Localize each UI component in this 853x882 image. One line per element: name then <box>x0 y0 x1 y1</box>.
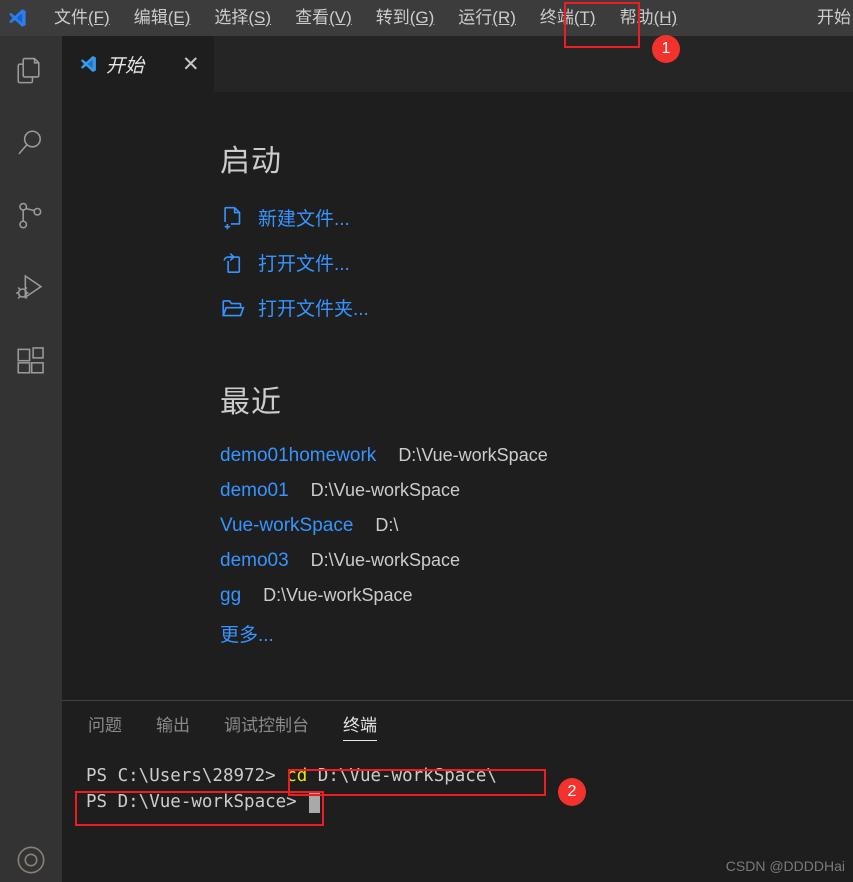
source-control-icon <box>14 199 48 233</box>
welcome-start-section: 启动 新建文件... 打开文件... 打开文件夹... <box>220 136 853 321</box>
recent-item[interactable]: Vue-workSpace D:\ <box>220 515 853 537</box>
annotation-badge-1: 1 <box>652 35 680 63</box>
terminal-line: PS D:\Vue-workSpace> <box>86 789 853 815</box>
menu-accel: (F) <box>88 8 110 27</box>
recent-item[interactable]: demo01homework D:\Vue-workSpace <box>220 445 853 467</box>
new-file-link[interactable]: 新建文件... <box>220 204 853 231</box>
menu-accel: (H) <box>653 8 678 27</box>
window-title: 开始 <box>817 8 851 27</box>
tab-welcome[interactable]: 开始 ✕ <box>62 36 214 92</box>
terminal-prompt: PS C:\Users\28972> <box>86 766 287 786</box>
start-section-title: 启动 <box>220 145 282 178</box>
terminal-output[interactable]: PS C:\Users\28972> cd D:\Vue-workSpace\ … <box>62 751 853 815</box>
watermark: CSDN @DDDDHai <box>725 858 845 874</box>
open-file-icon <box>220 250 250 276</box>
sidebar-item-search[interactable] <box>0 108 62 180</box>
annotation-badge-2: 2 <box>558 778 586 806</box>
recent-item-name[interactable]: Vue-workSpace <box>220 515 353 537</box>
menu-accel: (E) <box>167 8 191 27</box>
menu-accel: (S) <box>248 8 272 27</box>
search-icon <box>14 127 48 161</box>
activity-bar <box>0 36 62 882</box>
tab-terminal[interactable]: 终端 <box>343 711 377 741</box>
menu-label: 帮助 <box>619 8 654 27</box>
editor-tab-bar: 开始 ✕ <box>62 36 853 92</box>
vscode-window: 文件(F) 编辑(E) 选择(S) 查看(V) 转到(G) 运行(R) 终端(T… <box>0 0 853 882</box>
new-file-icon <box>220 205 250 231</box>
open-file-link[interactable]: 打开文件... <box>220 249 853 276</box>
terminal-command: cd <box>286 766 308 786</box>
recent-item-name[interactable]: demo01 <box>220 480 289 502</box>
menu-label: 终端 <box>539 8 574 27</box>
menu-bar[interactable]: 文件(F) 编辑(E) 选择(S) 查看(V) 转到(G) 运行(R) 终端(T… <box>42 0 689 36</box>
menu-accel: (G) <box>409 8 435 27</box>
terminal-line: PS C:\Users\28972> cd D:\Vue-workSpace\ <box>86 763 853 789</box>
menu-label: 编辑 <box>133 8 168 27</box>
menu-label: 查看 <box>295 8 330 27</box>
terminal-prompt: PS D:\Vue-workSpace> <box>86 792 308 812</box>
recent-item-name[interactable]: gg <box>220 585 241 607</box>
menu-label: 运行 <box>458 8 493 27</box>
sidebar-item-run-debug[interactable] <box>0 252 62 324</box>
sidebar-item-account[interactable] <box>0 824 62 882</box>
vscode-logo-icon <box>78 54 98 74</box>
recent-section-title: 最近 <box>220 386 282 419</box>
menu-item-help[interactable]: 帮助(H) <box>608 4 690 32</box>
recent-item-name[interactable]: demo01homework <box>220 445 376 467</box>
recent-item[interactable]: demo03 D:\Vue-workSpace <box>220 550 853 572</box>
recent-item-name[interactable]: demo03 <box>220 550 289 572</box>
recent-more-link[interactable]: 更多... <box>220 620 853 647</box>
tab-label: 开始 <box>106 55 145 77</box>
title-bar: 文件(F) 编辑(E) 选择(S) 查看(V) 转到(G) 运行(R) 终端(T… <box>0 0 853 36</box>
recent-item-path: D:\Vue-workSpace <box>310 480 461 500</box>
tab-problems[interactable]: 问题 <box>88 711 122 741</box>
explorer-icon <box>14 55 48 89</box>
close-icon[interactable]: ✕ <box>182 54 200 75</box>
editor-area: 开始 ✕ 启动 新建文件... 打开文件... 打开文件夹... 最近 demo… <box>62 36 853 700</box>
menu-item-edit[interactable]: 编辑(E) <box>122 4 203 32</box>
run-debug-icon <box>14 271 48 305</box>
menu-accel: (R) <box>492 8 516 27</box>
terminal-argument: D:\Vue-workSpace\ <box>307 766 497 786</box>
recent-item-path: D:\Vue-workSpace <box>310 550 461 570</box>
tab-output[interactable]: 输出 <box>156 711 190 741</box>
menu-item-view[interactable]: 查看(V) <box>283 4 364 32</box>
recent-item[interactable]: gg D:\Vue-workSpace <box>220 585 853 607</box>
open-file-label: 打开文件... <box>258 254 350 275</box>
menu-label: 选择 <box>214 8 249 27</box>
menu-label: 文件 <box>54 8 88 27</box>
open-folder-icon <box>220 295 250 321</box>
sidebar-item-explorer[interactable] <box>0 36 62 108</box>
account-icon <box>15 844 47 876</box>
recent-item-path: D:\Vue-workSpace <box>398 445 548 465</box>
new-file-label: 新建文件... <box>258 209 350 230</box>
menu-label: 转到 <box>375 8 410 27</box>
sidebar-item-source-control[interactable] <box>0 180 62 252</box>
recent-item-path: D:\ <box>375 515 399 535</box>
extensions-icon <box>14 343 48 377</box>
menu-item-go[interactable]: 转到(G) <box>364 4 447 32</box>
welcome-page: 启动 新建文件... 打开文件... 打开文件夹... 最近 demo01hom… <box>62 92 853 647</box>
recent-item-path: D:\Vue-workSpace <box>263 585 413 605</box>
menu-accel: (V) <box>329 8 352 27</box>
welcome-recent-section: 最近 demo01homework D:\Vue-workSpace demo0… <box>220 377 853 647</box>
tab-debug-console[interactable]: 调试控制台 <box>224 711 309 741</box>
bottom-panel: 问题 输出 调试控制台 终端 PS C:\Users\28972> cd D:\… <box>62 700 853 882</box>
menu-accel: (T) <box>573 8 596 27</box>
menu-item-selection[interactable]: 选择(S) <box>202 4 283 32</box>
vscode-logo-icon <box>0 0 34 36</box>
menu-item-terminal[interactable]: 终端(T) <box>528 4 608 32</box>
panel-tab-bar: 问题 输出 调试控制台 终端 <box>62 701 853 751</box>
menu-item-run[interactable]: 运行(R) <box>446 4 528 32</box>
open-folder-link[interactable]: 打开文件夹... <box>220 294 853 321</box>
terminal-cursor <box>309 791 321 813</box>
menu-item-file[interactable]: 文件(F) <box>42 4 122 32</box>
open-folder-label: 打开文件夹... <box>258 299 369 320</box>
sidebar-item-extensions[interactable] <box>0 324 62 396</box>
recent-item[interactable]: demo01 D:\Vue-workSpace <box>220 480 853 502</box>
